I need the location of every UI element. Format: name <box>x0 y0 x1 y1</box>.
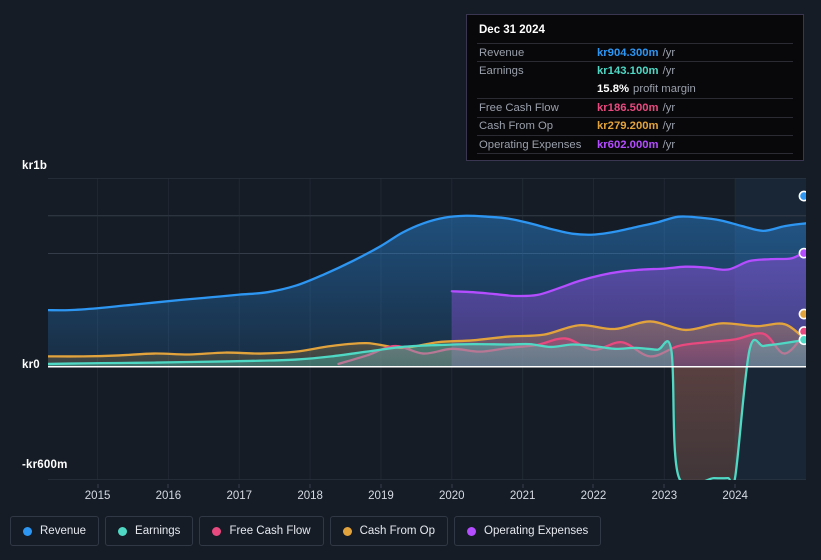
tooltip-row-cash-from-op: Cash From Op kr279.200m /yr <box>477 116 793 135</box>
chart-canvas <box>48 178 806 480</box>
tooltip-unit-free-cash-flow: /yr <box>662 101 676 114</box>
legend-color-dot-icon <box>342 526 352 536</box>
tooltip-row-revenue: Revenue kr904.300m /yr <box>477 43 793 61</box>
x-axis-tick <box>734 484 736 488</box>
tooltip-row-profit-margin: 15.8% profit margin <box>477 80 793 98</box>
y-axis-label-1b: kr1b <box>22 160 48 172</box>
x-axis-label-2023: 2023 <box>651 490 678 502</box>
tooltip-value-operating-expenses: kr602.000m <box>597 138 659 151</box>
tooltip-bottom-rule <box>477 153 793 155</box>
tooltip-value-revenue: kr904.300m <box>597 46 659 59</box>
tooltip-row-earnings: Earnings kr143.100m /yr <box>477 61 793 79</box>
tooltip-date: Dec 31 2024 <box>479 24 545 36</box>
tooltip-unit-operating-expenses: /yr <box>662 138 676 151</box>
x-axis-tick <box>167 484 169 488</box>
legend-color-dot-icon <box>23 526 32 536</box>
x-axis-label-2019: 2019 <box>368 490 394 502</box>
tooltip-unit-cash-from-op: /yr <box>662 120 676 133</box>
endpoint-marker-cash-from-op <box>798 308 806 320</box>
x-axis-label-2015: 2015 <box>84 490 111 502</box>
x-axis-label-2016: 2016 <box>155 490 182 502</box>
tooltip-value-cash-from-op: kr279.200m <box>597 120 659 133</box>
endpoint-marker-operating-expenses <box>798 247 806 259</box>
x-axis-tick <box>238 484 240 488</box>
x-axis-label-2020: 2020 <box>438 490 465 502</box>
tooltip-label-earnings: Earnings <box>479 65 524 78</box>
legend-label: Free Cash Flow <box>229 525 311 537</box>
financial-chart-widget: kr1b kr0 -kr600m 2015 2016 2017 2018 201… <box>0 0 821 560</box>
legend-color-dot-icon <box>212 526 222 536</box>
y-axis-label-0: kr0 <box>22 359 40 371</box>
x-axis-label-2024: 2024 <box>722 490 748 502</box>
x-axis-tick <box>380 484 382 488</box>
chart-plot-area <box>48 178 806 480</box>
tooltip-value-free-cash-flow: kr186.500m <box>597 101 659 114</box>
legend-item-revenue[interactable]: Revenue <box>10 516 100 546</box>
tooltip-unit-profit-margin: profit margin <box>633 83 696 96</box>
x-axis-tick <box>592 484 594 488</box>
legend-color-dot-icon <box>467 526 477 536</box>
legend-label: Revenue <box>40 525 87 537</box>
chart-series-layer <box>48 214 806 480</box>
tooltip-label-cash-from-op: Cash From Op <box>479 120 554 133</box>
legend-label: Cash From Op <box>359 525 436 537</box>
legend-item-earnings[interactable]: Earnings <box>105 516 194 546</box>
tooltip-row-operating-expenses: Operating Expenses kr602.000m /yr <box>477 134 793 153</box>
tooltip-unit-revenue: /yr <box>662 46 676 59</box>
legend-item-free-cash-flow[interactable]: Free Cash Flow <box>199 516 324 546</box>
x-axis-tick <box>522 484 524 488</box>
tooltip-label-operating-expenses: Operating Expenses <box>479 138 582 151</box>
endpoint-marker-revenue <box>798 190 806 202</box>
tooltip-value-profit-margin: 15.8% <box>597 83 630 96</box>
tooltip-value-earnings: kr143.100m <box>597 65 659 78</box>
x-axis-label-2017: 2017 <box>226 490 253 502</box>
x-axis: 2015 2016 2017 2018 2019 2020 2021 2022 2023 2024 <box>0 484 821 506</box>
legend-item-cash-from-op[interactable]: Cash From Op <box>329 516 449 546</box>
tooltip-unit-earnings: /yr <box>662 65 676 78</box>
x-axis-label-2018: 2018 <box>297 490 323 502</box>
chart-legend: Revenue Earnings Free Cash Flow Cash From O… <box>10 516 602 546</box>
x-axis-tick <box>97 484 99 488</box>
legend-label: Operating Expenses <box>484 525 589 537</box>
x-axis-tick <box>451 484 453 488</box>
legend-item-operating-expenses[interactable]: Operating Expenses <box>454 516 602 546</box>
tooltip-row-free-cash-flow: Free Cash Flow kr186.500m /yr <box>477 98 793 116</box>
data-tooltip: Dec 31 2024 Revenue kr904.300m /yr Earni… <box>466 14 804 162</box>
x-axis-label-2021: 2021 <box>509 490 536 502</box>
x-axis-tick <box>663 484 665 488</box>
x-axis-tick <box>309 484 311 488</box>
tooltip-label-revenue: Revenue <box>479 46 525 59</box>
tooltip-label-free-cash-flow: Free Cash Flow <box>479 101 559 114</box>
legend-label: Earnings <box>135 525 181 537</box>
endpoint-marker-earnings <box>798 334 806 346</box>
legend-color-dot-icon <box>118 526 128 536</box>
x-axis-label-2022: 2022 <box>580 490 607 502</box>
